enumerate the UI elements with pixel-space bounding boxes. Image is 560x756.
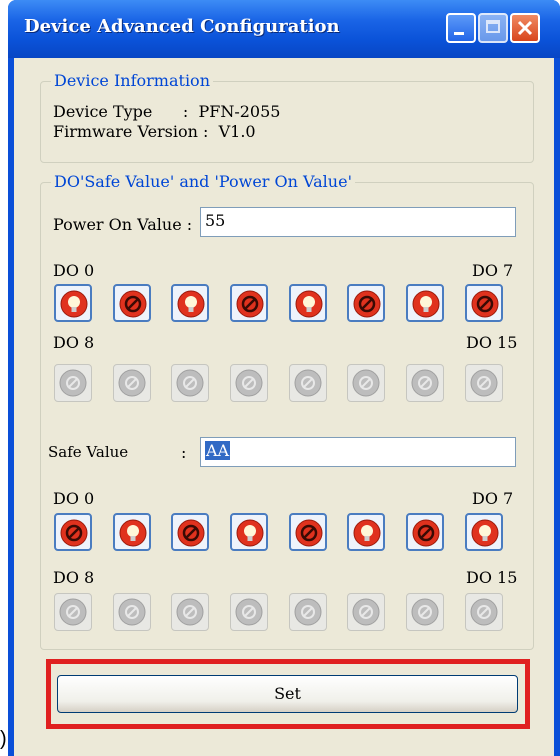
firmware-version-text: Firmware Version : V1.0 (53, 122, 256, 141)
power-off-icon (177, 519, 205, 547)
power-on-value-input[interactable]: 55 (200, 207, 516, 237)
disabled-off-icon (294, 598, 322, 626)
safe-do8-label: DO 8 (53, 568, 95, 587)
power-off-icon (353, 290, 381, 318)
safe-bits-0-7 (14, 513, 554, 557)
safe-do11-button (230, 593, 268, 631)
power-off-icon (236, 290, 264, 318)
power-on-do2-button[interactable] (171, 284, 209, 322)
power-on-do15-label: DO 15 (466, 333, 518, 352)
bulb-on-icon (119, 519, 147, 547)
safe-do5-button[interactable] (347, 513, 385, 551)
disabled-off-icon (176, 369, 204, 397)
power-on-bits-8-15 (14, 364, 554, 408)
disabled-off-icon (294, 369, 322, 397)
bulb-on-icon (236, 519, 264, 547)
window-title: Device Advanced Configuration (24, 16, 340, 37)
close-icon[interactable] (510, 13, 540, 43)
power-on-label: Power On Value : (53, 215, 193, 234)
power-on-do7-button[interactable] (465, 284, 503, 322)
power-on-do15-button (465, 364, 503, 402)
minimize-icon[interactable] (446, 13, 476, 43)
safe-do0-label: DO 0 (53, 489, 95, 508)
power-on-do6-button[interactable] (406, 284, 444, 322)
do-values-legend: DO'Safe Value' and 'Power On Value' (51, 172, 355, 191)
safe-do7-label: DO 7 (472, 489, 514, 508)
disabled-off-icon (118, 369, 146, 397)
power-off-icon (60, 519, 88, 547)
power-off-icon (295, 519, 323, 547)
disabled-off-icon (59, 598, 87, 626)
bulb-on-icon (353, 519, 381, 547)
disabled-off-icon (470, 369, 498, 397)
maximize-icon[interactable] (478, 13, 508, 43)
safe-value-text: AA (205, 441, 231, 460)
safe-do3-button[interactable] (230, 513, 268, 551)
power-on-do5-button[interactable] (347, 284, 385, 322)
safe-do2-button[interactable] (171, 513, 209, 551)
disabled-off-icon (176, 598, 204, 626)
power-on-do7-label: DO 7 (472, 261, 514, 280)
bulb-on-icon (412, 290, 440, 318)
disabled-off-icon (118, 598, 146, 626)
power-on-value-text: 55 (205, 211, 226, 230)
safe-do6-button[interactable] (406, 513, 444, 551)
safe-do10-button (171, 593, 209, 631)
safe-do1-button[interactable] (113, 513, 151, 551)
safe-do14-button (406, 593, 444, 631)
disabled-off-icon (411, 369, 439, 397)
device-info-legend: Device Information (51, 71, 213, 90)
power-on-do4-button[interactable] (289, 284, 327, 322)
safe-do4-button[interactable] (289, 513, 327, 551)
disabled-off-icon (352, 598, 380, 626)
disabled-off-icon (235, 598, 263, 626)
power-on-do12-button (289, 364, 327, 402)
power-on-do13-button (347, 364, 385, 402)
bulb-on-icon (471, 519, 499, 547)
config-window: Device Advanced Configuration Device Inf… (8, 0, 560, 756)
safe-value-label: Safe Value (48, 443, 129, 461)
safe-do15-label: DO 15 (466, 568, 518, 587)
safe-do8-button (54, 593, 92, 631)
power-off-icon (471, 290, 499, 318)
power-on-do0-button[interactable] (54, 284, 92, 322)
power-off-icon (119, 290, 147, 318)
power-on-do1-button[interactable] (113, 284, 151, 322)
safe-do13-button (347, 593, 385, 631)
title-bar[interactable]: Device Advanced Configuration (8, 0, 560, 58)
power-off-icon (412, 519, 440, 547)
disabled-off-icon (235, 369, 263, 397)
device-info-group: Device Information Device Type : PFN-205… (40, 71, 534, 163)
device-type-text: Device Type : PFN-2055 (53, 102, 281, 121)
power-on-do10-button (171, 364, 209, 402)
disabled-off-icon (411, 598, 439, 626)
safe-do0-button[interactable] (54, 513, 92, 551)
page-fragment-text: ) (0, 728, 7, 750)
safe-value-input[interactable]: AA (200, 437, 516, 467)
safe-do7-button[interactable] (465, 513, 503, 551)
dialog-body: Device Information Device Type : PFN-205… (14, 58, 554, 756)
safe-do15-button (465, 593, 503, 631)
bulb-on-icon (60, 290, 88, 318)
disabled-off-icon (352, 369, 380, 397)
power-on-bits-0-7 (14, 284, 554, 328)
do-values-group: DO'Safe Value' and 'Power On Value' (40, 172, 534, 650)
safe-bits-8-15 (14, 593, 554, 637)
power-on-do11-button (230, 364, 268, 402)
power-on-do14-button (406, 364, 444, 402)
highlight-box (46, 659, 530, 729)
safe-do12-button (289, 593, 327, 631)
disabled-off-icon (470, 598, 498, 626)
bulb-on-icon (177, 290, 205, 318)
power-on-do8-label: DO 8 (53, 333, 95, 352)
power-on-do0-label: DO 0 (53, 261, 95, 280)
power-on-do9-button (113, 364, 151, 402)
power-on-do8-button (54, 364, 92, 402)
power-on-do3-button[interactable] (230, 284, 268, 322)
bulb-on-icon (295, 290, 323, 318)
disabled-off-icon (59, 369, 87, 397)
safe-do9-button (113, 593, 151, 631)
safe-value-colon: : (181, 443, 187, 462)
